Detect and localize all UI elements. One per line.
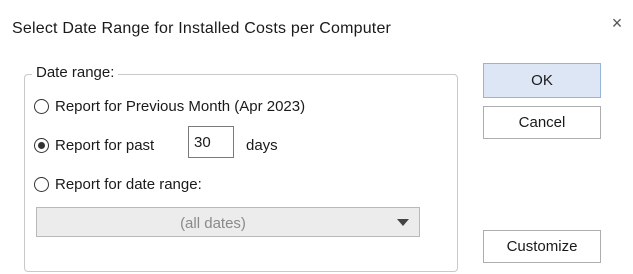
radio-button-selected[interactable] — [34, 138, 49, 153]
dialog-title: Select Date Range for Installed Costs pe… — [12, 20, 392, 37]
dialog: Select Date Range for Installed Costs pe… — [0, 0, 633, 274]
radio-label-date-range: Report for date range: — [55, 176, 202, 193]
ok-button[interactable]: OK — [483, 63, 601, 98]
title-bar: Select Date Range for Installed Costs pe… — [0, 0, 633, 52]
customize-button[interactable]: Customize — [483, 230, 601, 263]
date-range-select[interactable]: (all dates) — [36, 207, 420, 237]
date-range-legend: Date range: — [32, 64, 119, 81]
radio-button[interactable] — [34, 177, 49, 192]
radio-previous-month[interactable]: Report for Previous Month (Apr 2023) — [34, 98, 305, 115]
radio-label-past-days: Report for past — [55, 137, 155, 154]
cancel-button[interactable]: Cancel — [483, 106, 601, 139]
radio-date-range[interactable]: Report for date range: — [34, 176, 202, 193]
radio-past-days[interactable]: Report for past — [34, 137, 154, 154]
chevron-down-icon[interactable] — [397, 219, 409, 226]
close-icon: × — [611, 12, 623, 33]
past-days-input[interactable] — [188, 126, 234, 158]
close-button[interactable]: × — [604, 10, 630, 36]
radio-button[interactable] — [34, 99, 49, 114]
date-range-select-value: (all dates) — [180, 215, 246, 232]
radio-label-previous-month: Report for Previous Month (Apr 2023) — [55, 98, 306, 115]
days-unit-label: days — [246, 137, 278, 154]
